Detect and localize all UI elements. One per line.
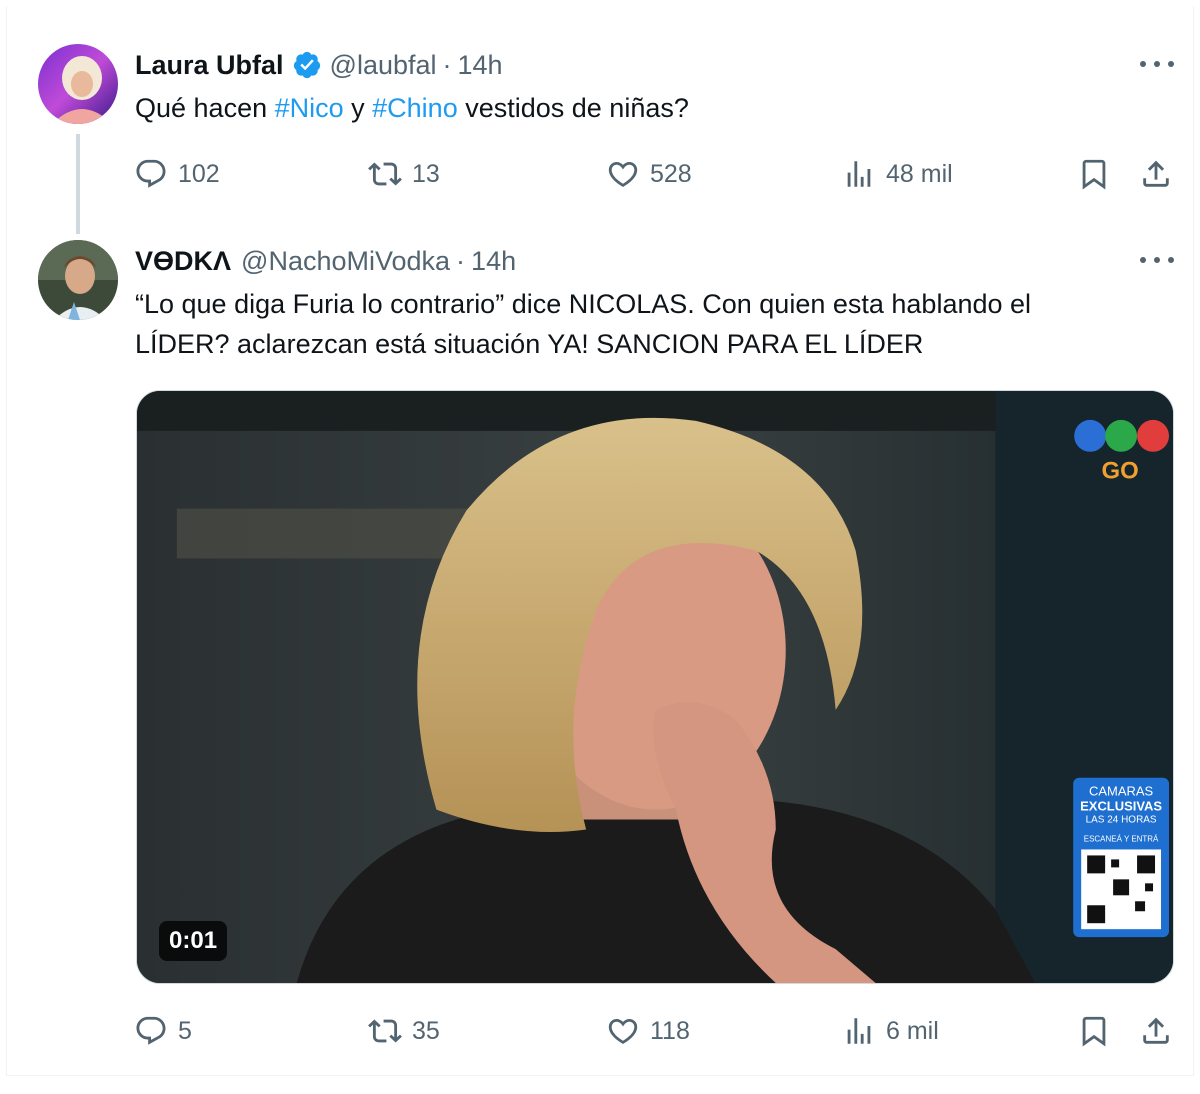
share-button[interactable] bbox=[1139, 1009, 1173, 1053]
avatar-image bbox=[38, 44, 118, 124]
video-player[interactable]: GO CAMARAS EXCLUSIVAS LAS 24 HORAS ESCAN… bbox=[136, 390, 1174, 984]
tweet-text-line: “Lo que diga Furia lo contrario” dice NI… bbox=[135, 289, 1032, 319]
tweet-text-line: LÍDER? aclarezcan está situación YA! SAN… bbox=[135, 329, 924, 359]
heart-icon bbox=[608, 1018, 638, 1044]
repost-count: 35 bbox=[412, 1016, 440, 1045]
share-button[interactable] bbox=[1139, 152, 1173, 196]
tweet-text: “Lo que diga Furia lo contrario” dice NI… bbox=[135, 284, 1180, 364]
more-dots-icon[interactable] bbox=[1140, 255, 1174, 265]
more-dots-icon[interactable] bbox=[1140, 59, 1174, 69]
tweet-header: Laura Ubfal @laubfal · 14h bbox=[135, 45, 503, 85]
separator-dot: · bbox=[456, 245, 466, 276]
text-segment: y bbox=[343, 93, 373, 123]
views-chart-icon bbox=[847, 161, 871, 187]
reply-icon bbox=[136, 159, 166, 188]
reply-count: 5 bbox=[178, 1016, 192, 1045]
reply-button[interactable]: 5 bbox=[134, 1009, 192, 1053]
banner-line: LAS 24 HORAS bbox=[1086, 815, 1157, 826]
channel-logo-text: GO bbox=[1101, 458, 1138, 485]
share-icon bbox=[1143, 160, 1169, 187]
like-count: 528 bbox=[650, 159, 692, 188]
tweet-action-bar: 5 35 118 6 mil bbox=[134, 1009, 1174, 1053]
avatar[interactable] bbox=[38, 44, 118, 124]
text-segment: Qué hacen bbox=[135, 93, 275, 123]
reply-icon bbox=[136, 1016, 166, 1045]
repost-icon bbox=[368, 162, 402, 186]
views-count: 6 mil bbox=[886, 1016, 939, 1045]
heart-icon bbox=[608, 161, 638, 187]
like-button[interactable]: 118 bbox=[606, 1009, 690, 1053]
bookmark-button[interactable] bbox=[1077, 152, 1111, 196]
text-segment: vestidos de niñas? bbox=[457, 93, 689, 123]
tweet-header: VƟDKΛ @NachoMiVodka · 14h bbox=[135, 241, 516, 281]
avatar-image bbox=[38, 240, 118, 320]
tweet-text: Qué hacen #Nico y #Chino vestidos de niñ… bbox=[135, 88, 689, 128]
author-name[interactable]: VƟDKΛ bbox=[135, 246, 231, 277]
verified-badge-icon bbox=[292, 50, 322, 80]
views-chart-icon bbox=[847, 1018, 871, 1044]
bookmark-icon bbox=[1082, 1016, 1106, 1047]
repost-count: 13 bbox=[412, 159, 440, 188]
repost-button[interactable]: 35 bbox=[368, 1009, 440, 1053]
separator-dot: · bbox=[442, 49, 452, 80]
banner-line: ESCANEÁ Y ENTRÁ bbox=[1084, 834, 1159, 843]
bookmark-button[interactable] bbox=[1077, 1009, 1111, 1053]
thread-connector-line bbox=[76, 134, 80, 234]
like-button[interactable]: 528 bbox=[606, 152, 692, 196]
hashtag-link[interactable]: #Nico bbox=[275, 93, 344, 123]
repost-icon bbox=[368, 1019, 402, 1043]
tweet-action-bar: 102 13 528 48 mil bbox=[134, 152, 1174, 196]
like-count: 118 bbox=[650, 1016, 690, 1045]
reply-count: 102 bbox=[178, 159, 220, 188]
reply-button[interactable]: 102 bbox=[134, 152, 220, 196]
views-button[interactable]: 6 mil bbox=[842, 1009, 939, 1053]
bookmark-icon bbox=[1082, 159, 1106, 190]
banner-line: CAMARAS bbox=[1089, 784, 1153, 799]
video-frame: GO CAMARAS EXCLUSIVAS LAS 24 HORAS ESCAN… bbox=[137, 391, 1173, 983]
views-count: 48 mil bbox=[886, 159, 953, 188]
tweet-timestamp[interactable]: 14h bbox=[471, 246, 516, 277]
hashtag-link[interactable]: #Chino bbox=[372, 93, 458, 123]
avatar[interactable] bbox=[38, 240, 118, 320]
author-handle[interactable]: @NachoMiVodka bbox=[241, 246, 450, 277]
banner-line: EXCLUSIVAS bbox=[1080, 799, 1162, 814]
share-icon bbox=[1143, 1017, 1169, 1044]
video-duration-badge: 0:01 bbox=[159, 921, 228, 961]
repost-button[interactable]: 13 bbox=[368, 152, 440, 196]
author-handle[interactable]: @laubfal bbox=[330, 50, 437, 81]
author-name[interactable]: Laura Ubfal bbox=[135, 50, 284, 81]
tweet-timestamp[interactable]: 14h bbox=[458, 50, 503, 81]
views-button[interactable]: 48 mil bbox=[842, 152, 953, 196]
